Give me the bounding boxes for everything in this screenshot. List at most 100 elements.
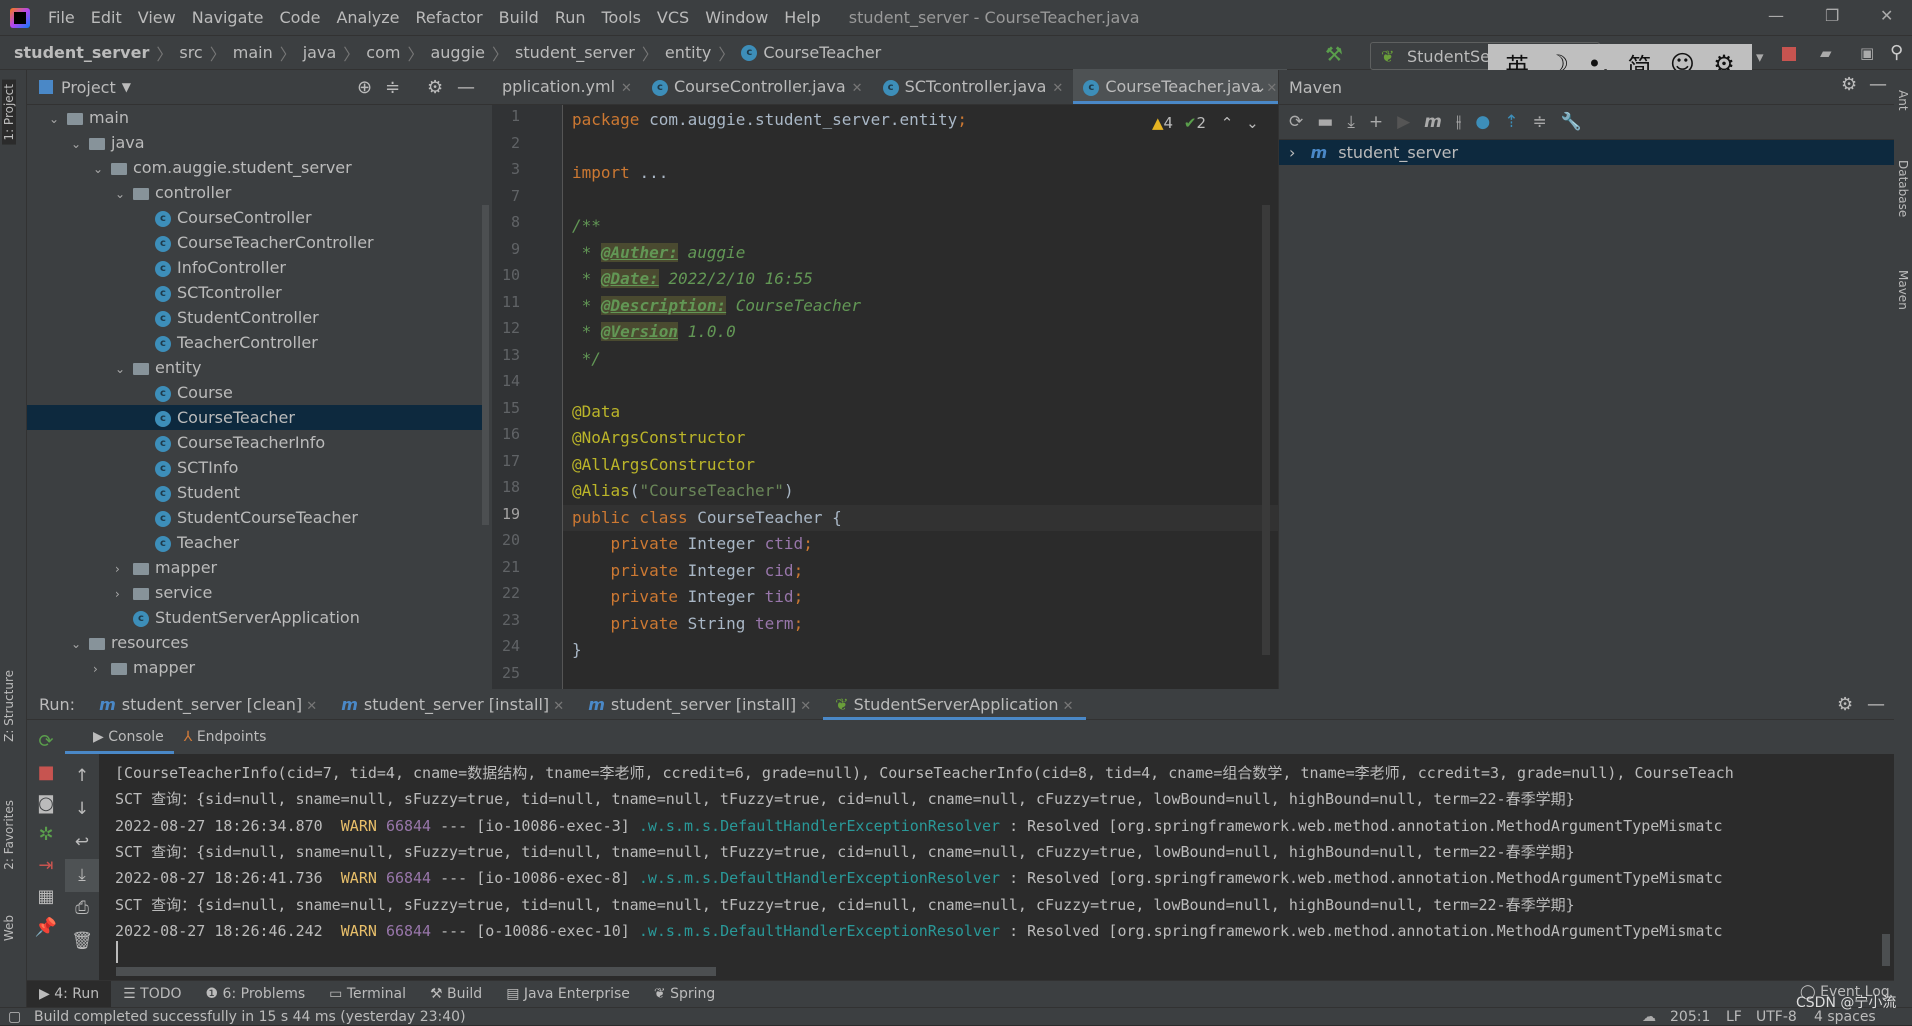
tree-item[interactable]: c Teacher <box>27 530 482 555</box>
project-structure-icon[interactable]: ▰ <box>1820 44 1832 62</box>
close-icon[interactable]: ✕ <box>1052 81 1063 96</box>
debug-icon[interactable]: ✲ <box>27 819 65 850</box>
hide-icon[interactable]: — <box>1867 694 1885 715</box>
rerun-icon[interactable]: ⟳ <box>27 726 65 757</box>
tree-item[interactable]: › mapper <box>27 555 482 580</box>
tool-tab-spring[interactable]: ❦ Spring <box>642 986 727 1002</box>
tool-tab-java-enterprise[interactable]: ▤ Java Enterprise <box>494 986 642 1002</box>
tree-item[interactable]: ⌄ java <box>27 130 482 155</box>
chevron-down-icon[interactable]: ⌄ <box>93 157 107 182</box>
tool-tab-todo[interactable]: ☰ TODO <box>111 986 193 1002</box>
stop-icon[interactable]: ■ <box>27 757 65 788</box>
tool-favorites[interactable]: 2: Favorites <box>2 800 16 870</box>
run-anything-icon[interactable]: ▣ <box>1860 44 1874 62</box>
chevron-down-icon[interactable]: ⌄ <box>71 132 85 157</box>
tool-tab-build[interactable]: ⚒ Build <box>418 986 494 1002</box>
tree-item[interactable]: c InfoController <box>27 255 482 280</box>
breadcrumb-item[interactable]: student_server <box>515 43 635 62</box>
close-icon[interactable]: ✕ <box>302 699 317 714</box>
console-h-scrollbar[interactable] <box>116 967 716 976</box>
restore-button[interactable]: ❐ <box>1825 6 1839 25</box>
code-area[interactable]: package com.auggie.student_server.entity… <box>492 105 1278 689</box>
inspection-widget[interactable]: ▲4 ✔2 ⌃ ⌄ <box>1152 114 1259 132</box>
chevron-down-icon[interactable]: ⌄ <box>49 107 63 132</box>
next-highlight-icon[interactable]: ⌄ <box>1246 114 1259 132</box>
search-icon[interactable]: ⚲ <box>1890 42 1903 63</box>
line-separator[interactable]: LF <box>1726 1008 1742 1026</box>
menu-build[interactable]: Build <box>491 8 547 27</box>
reload-icon[interactable]: ⟳ <box>1289 112 1303 132</box>
scroll-to-end-icon[interactable]: ⤓ <box>65 859 99 892</box>
menu-code[interactable]: Code <box>272 8 329 27</box>
pin-icon[interactable]: 📌 <box>27 912 65 943</box>
print-icon[interactable]: ⎙ <box>65 892 99 925</box>
stop-icon[interactable] <box>1782 47 1796 61</box>
tree-item[interactable]: ⌄ controller <box>27 180 482 205</box>
close-button[interactable]: ✕ <box>1880 6 1893 25</box>
tree-item[interactable]: c CourseController <box>27 205 482 230</box>
wrench-icon[interactable]: 🔧 <box>1561 112 1582 132</box>
camera-icon[interactable]: ◙ <box>27 788 65 819</box>
status-message[interactable]: Build completed successfully in 15 s 44 … <box>34 1008 466 1026</box>
tree-item[interactable]: c StudentController <box>27 305 482 330</box>
tree-item[interactable]: ⌄ com.auggie.student_server <box>27 155 482 180</box>
trash-icon[interactable]: 🗑 <box>65 925 99 958</box>
close-icon[interactable]: ✕ <box>549 699 564 714</box>
tabs-overflow-icon[interactable]: ⌄ <box>1254 78 1267 96</box>
menu-file[interactable]: File <box>40 8 83 27</box>
tool-structure[interactable]: Z: Structure <box>2 670 16 742</box>
chevron-right-icon[interactable]: › <box>115 582 129 607</box>
soft-wrap-icon[interactable]: ↩ <box>65 826 99 859</box>
gear-icon[interactable]: ⚙ <box>1837 694 1853 715</box>
run-tab[interactable]: m student_server [install] ✕ <box>329 689 576 720</box>
close-icon[interactable]: ✕ <box>1266 81 1277 96</box>
locate-icon[interactable]: ⊕ <box>357 77 372 98</box>
tree-item[interactable]: c StudentServerApplication <box>27 605 482 630</box>
chevron-down-icon[interactable]: ⌄ <box>71 632 85 657</box>
tool-maven[interactable]: Maven <box>1896 270 1910 310</box>
run-tab[interactable]: m student_server [clean] ✕ <box>87 689 329 720</box>
tree-item[interactable]: c SCTcontroller <box>27 280 482 305</box>
close-icon[interactable]: ✕ <box>852 81 863 96</box>
breadcrumb-item[interactable]: auggie <box>430 43 485 62</box>
tab-pplication-yml[interactable]: pplication.yml ✕ <box>492 69 642 104</box>
tree-item[interactable]: ⌄ resources <box>27 630 482 655</box>
generate-sources-icon[interactable]: ▬ <box>1317 112 1333 132</box>
menu-edit[interactable]: Edit <box>83 8 130 27</box>
tree-item[interactable]: c SCTInfo <box>27 455 482 480</box>
file-encoding[interactable]: UTF-8 <box>1756 1008 1797 1026</box>
menu-tools[interactable]: Tools <box>594 8 649 27</box>
collapse-all-icon[interactable]: ≑ <box>1532 112 1546 132</box>
tab-sctcontroller-java[interactable]: c SCTcontroller.java ✕ <box>873 69 1074 104</box>
build-hammer-icon[interactable]: ⚒ <box>1325 42 1343 66</box>
run-tab[interactable]: m student_server [install] ✕ <box>576 689 823 720</box>
tool-ant[interactable]: Ant <box>1896 90 1910 111</box>
menu-refactor[interactable]: Refactor <box>408 8 491 27</box>
menu-view[interactable]: View <box>130 8 184 27</box>
tree-item[interactable]: c StudentCourseTeacher <box>27 505 482 530</box>
caret-position[interactable]: 205:1 <box>1670 1008 1710 1026</box>
menu-help[interactable]: Help <box>776 8 828 27</box>
project-title[interactable]: Project <box>61 78 116 97</box>
hide-icon[interactable]: — <box>1869 74 1887 95</box>
dropdown-icon[interactable]: ▾ <box>1756 48 1764 66</box>
breadcrumb-item[interactable]: main <box>233 43 273 62</box>
gear-icon[interactable]: ⚙ <box>427 77 443 98</box>
exit-icon[interactable]: ⇥ <box>27 850 65 881</box>
run-icon[interactable]: ▶ <box>1397 112 1410 132</box>
tree-scrollbar[interactable] <box>482 205 489 525</box>
breadcrumb-item[interactable]: CourseTeacher <box>763 43 881 62</box>
up-icon[interactable]: ↑ <box>65 760 99 793</box>
breadcrumb-item[interactable]: com <box>366 43 400 62</box>
show-dependencies-icon[interactable]: ⇡ <box>1504 112 1518 132</box>
chevron-down-icon[interactable]: ⌄ <box>115 182 129 207</box>
tree-item[interactable]: ⌄ main <box>27 105 482 130</box>
breadcrumb-item[interactable]: entity <box>665 43 711 62</box>
tree-item[interactable]: c CourseTeacherController <box>27 230 482 255</box>
collapse-all-icon[interactable]: ≑ <box>385 77 400 98</box>
tree-item[interactable]: › mapper <box>27 655 482 680</box>
tool-tab-terminal[interactable]: ▭ Terminal <box>317 986 418 1002</box>
chevron-down-icon[interactable]: ▼ <box>122 80 131 94</box>
close-icon[interactable]: ✕ <box>796 699 811 714</box>
tree-item[interactable]: c Course <box>27 380 482 405</box>
